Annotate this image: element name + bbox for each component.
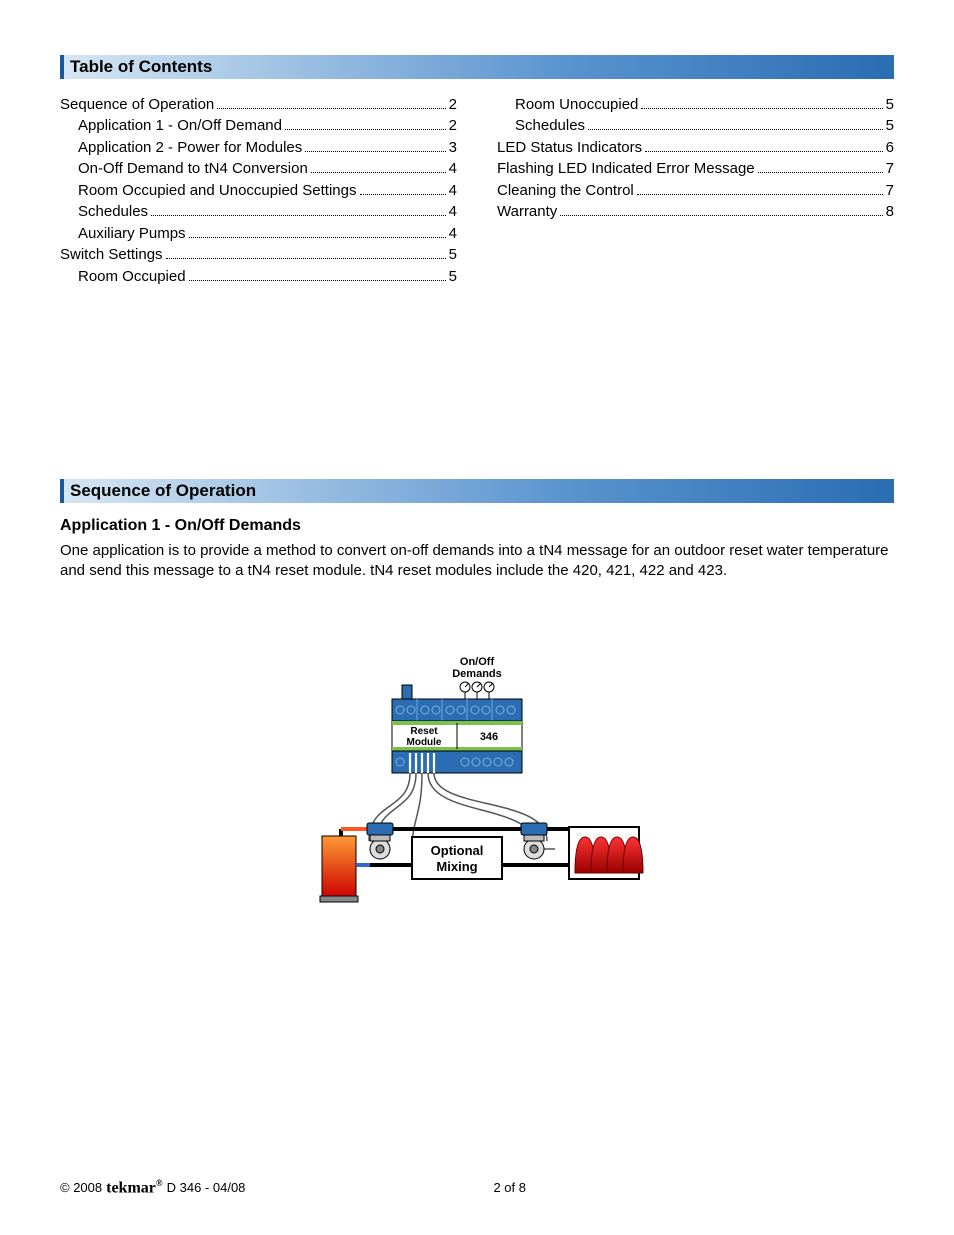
toc-entry: Room Occupied 5 xyxy=(60,267,457,285)
module-icon: Reset Module 346 xyxy=(392,699,522,773)
demands-label-line1: On/Off xyxy=(460,656,495,668)
toc-columns: Sequence of Operation2Application 1 - On… xyxy=(60,91,894,289)
sequence-heading-text: Sequence of Operation xyxy=(70,481,256,501)
toc-entry-page: 4 xyxy=(449,225,457,242)
toc-left-column: Sequence of Operation2Application 1 - On… xyxy=(60,91,457,289)
page-footer: © 2008 tekmar® D 346 - 04/08 2 of 8 xyxy=(60,1178,894,1197)
boiler-icon xyxy=(320,836,358,902)
doc-id: D 346 - 04/08 xyxy=(167,1180,246,1195)
mixing-label-2: Mixing xyxy=(436,859,477,874)
toc-entry-title: Application 1 - On/Off Demand xyxy=(78,117,282,134)
toc-entry-title: Application 2 - Power for Modules xyxy=(78,139,302,156)
toc-entry-title: Warranty xyxy=(497,203,557,220)
toc-entry: Application 2 - Power for Modules 3 xyxy=(60,138,457,156)
mixing-label-1: Optional xyxy=(431,843,484,858)
toc-entry: Sequence of Operation 2 xyxy=(60,95,457,113)
toc-entry-title: Schedules xyxy=(515,117,585,134)
toc-entry: Auxiliary Pumps 4 xyxy=(60,224,457,242)
reset-label-2: Module xyxy=(407,737,442,748)
toc-entry-page: 5 xyxy=(449,268,457,285)
footer-left: © 2008 tekmar® D 346 - 04/08 xyxy=(60,1178,245,1197)
toc-entry-page: 8 xyxy=(886,203,894,220)
model-label: 346 xyxy=(480,731,498,743)
toc-heading: Table of Contents xyxy=(60,55,894,79)
toc-entry-title: On-Off Demand to tN4 Conversion xyxy=(78,160,308,177)
toc-entry-page: 3 xyxy=(449,139,457,156)
toc-dots xyxy=(166,246,446,260)
toc-entry: LED Status Indicators 6 xyxy=(497,138,894,156)
toc-dots xyxy=(360,181,446,195)
toc-entry-title: Room Occupied xyxy=(78,268,186,285)
app1-subheading: Application 1 - On/Off Demands xyxy=(60,517,894,535)
demand-nodes-icon xyxy=(460,682,494,699)
toc-entry-title: Schedules xyxy=(78,203,148,220)
toc-entry-page: 2 xyxy=(449,117,457,134)
toc-entry: Room Occupied and Unoccupied Settings 4 xyxy=(60,181,457,199)
toc-entry-page: 4 xyxy=(449,160,457,177)
toc-dots xyxy=(645,138,883,152)
pump-1-icon xyxy=(367,823,393,859)
toc-entry: Application 1 - On/Off Demand 2 xyxy=(60,117,457,135)
toc-entry-page: 4 xyxy=(449,203,457,220)
demands-label-line2: Demands xyxy=(452,668,502,680)
toc-dots xyxy=(189,267,446,281)
toc-entry: Warranty 8 xyxy=(497,203,894,221)
sequence-heading: Sequence of Operation xyxy=(60,479,894,503)
toc-entry-title: Flashing LED Indicated Error Message xyxy=(497,160,755,177)
toc-entry: Cleaning the Control 7 xyxy=(497,181,894,199)
toc-entry-title: LED Status Indicators xyxy=(497,139,642,156)
toc-right-column: Room Unoccupied 5 Schedules 5 LED Status Ind… xyxy=(497,91,894,289)
toc-entry: On-Off Demand to tN4 Conversion 4 xyxy=(60,160,457,178)
toc-dots xyxy=(285,117,446,131)
page-number: 2 of 8 xyxy=(493,1180,526,1195)
toc-dots xyxy=(758,160,883,174)
toc-dots xyxy=(311,160,446,174)
toc-entry-title: Auxiliary Pumps xyxy=(78,225,186,242)
toc-dots xyxy=(305,138,445,152)
toc-entry-page: 7 xyxy=(886,160,894,177)
toc-entry: Switch Settings 5 xyxy=(60,246,457,264)
toc-dots xyxy=(189,224,446,238)
toc-entry-title: Room Unoccupied xyxy=(515,96,638,113)
toc-dots xyxy=(217,95,445,109)
toc-entry: Flashing LED Indicated Error Message 7 xyxy=(497,160,894,178)
radiator-icon xyxy=(569,827,643,879)
toc-entry-page: 7 xyxy=(886,182,894,199)
toc-entry-page: 2 xyxy=(449,96,457,113)
toc-dots xyxy=(588,117,883,131)
toc-entry: Schedules 5 xyxy=(497,117,894,135)
toc-entry-title: Sequence of Operation xyxy=(60,96,214,113)
toc-dots xyxy=(637,181,883,195)
brand-logo: tekmar® xyxy=(106,1178,163,1197)
toc-dots xyxy=(641,95,882,109)
toc-dots xyxy=(560,203,882,217)
toc-entry-page: 5 xyxy=(886,96,894,113)
application-diagram: On/Off Demands R xyxy=(60,651,894,931)
toc-dots xyxy=(151,203,446,217)
diagram-svg: On/Off Demands R xyxy=(297,651,657,931)
toc-heading-text: Table of Contents xyxy=(70,57,212,77)
toc-entry-page: 5 xyxy=(449,246,457,263)
toc-entry-page: 5 xyxy=(886,117,894,134)
pump-2-icon xyxy=(521,823,547,859)
toc-entry-title: Cleaning the Control xyxy=(497,182,634,199)
module-top-block xyxy=(402,685,412,699)
toc-entry-page: 4 xyxy=(449,182,457,199)
reset-label-1: Reset xyxy=(410,726,438,737)
toc-entry-title: Room Occupied and Unoccupied Settings xyxy=(78,182,357,199)
toc-entry: Schedules 4 xyxy=(60,203,457,221)
toc-entry-page: 6 xyxy=(886,139,894,156)
app1-body-text: One application is to provide a method t… xyxy=(60,541,894,582)
toc-entry-title: Switch Settings xyxy=(60,246,163,263)
toc-entry: Room Unoccupied 5 xyxy=(497,95,894,113)
copyright-text: © 2008 xyxy=(60,1180,102,1195)
vertical-spacer xyxy=(60,289,894,479)
